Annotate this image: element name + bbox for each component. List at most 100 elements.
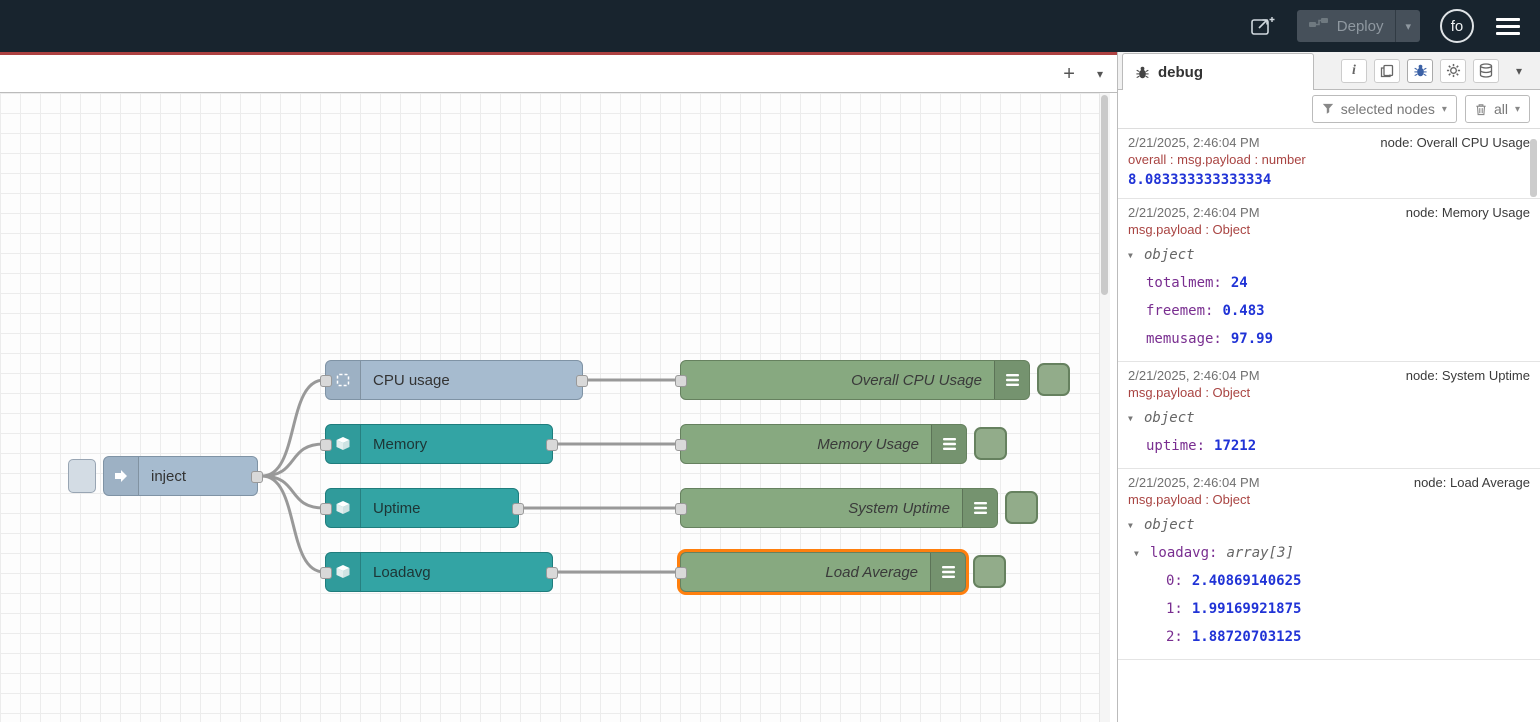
input-port[interactable]: [320, 375, 332, 387]
node-cpu-usage[interactable]: CPU usage: [325, 360, 583, 400]
filter-nodes-button[interactable]: selected nodes ▾: [1312, 95, 1457, 123]
wire[interactable]: [262, 476, 324, 508]
output-port[interactable]: [512, 503, 524, 515]
debug-sidebar-icon: [994, 361, 1029, 399]
debug-toggle-button[interactable]: [1005, 491, 1038, 524]
output-port[interactable]: [251, 471, 263, 483]
clear-all-button[interactable]: all ▾: [1465, 95, 1530, 123]
message-timestamp: 2/21/2025, 2:46:04 PM: [1128, 135, 1260, 150]
output-port[interactable]: [546, 567, 558, 579]
flow-tab-bar: + ▾: [0, 55, 1117, 93]
debug-message[interactable]: 2/21/2025, 2:46:04 PM node: Memory Usage…: [1118, 199, 1540, 362]
debug-toggle-button[interactable]: [973, 555, 1006, 588]
trash-icon: [1475, 103, 1487, 116]
wires-layer: [0, 93, 1099, 722]
debug-sidebar-icon: [962, 489, 997, 527]
caret-down-icon[interactable]: ▼: [1128, 251, 1144, 260]
node-debug-load-average[interactable]: Load Average: [680, 552, 966, 592]
deploy-options-chevron-icon[interactable]: ▾: [1395, 10, 1420, 42]
debug-sidebar-icon: [930, 553, 965, 591]
debug-toggle-button[interactable]: [974, 427, 1007, 460]
debug-toggle-button[interactable]: [1037, 363, 1070, 396]
object-type-label: object: [1144, 410, 1195, 426]
input-port[interactable]: [675, 567, 687, 579]
funnel-icon: [1322, 103, 1334, 115]
sidebar-menu-chevron-icon[interactable]: ▾: [1506, 59, 1532, 83]
node-inject[interactable]: inject: [103, 456, 258, 496]
object-root-row[interactable]: ▼ object: [1128, 511, 1530, 539]
add-flow-button[interactable]: +: [1063, 64, 1075, 84]
node-uptime[interactable]: Uptime: [325, 488, 519, 528]
debug-message[interactable]: 2/21/2025, 2:46:04 PM node: Load Average…: [1118, 469, 1540, 660]
chevron-down-icon: ▾: [1515, 104, 1520, 115]
object-root-row[interactable]: ▼ object: [1128, 404, 1530, 432]
node-label: Load Average: [681, 564, 930, 581]
message-node-name: node: Memory Usage: [1406, 205, 1530, 220]
context-data-icon[interactable]: [1473, 59, 1499, 83]
message-node-name: node: Overall CPU Usage: [1380, 135, 1530, 150]
caret-down-icon[interactable]: ▼: [1134, 549, 1150, 558]
deploy-icon: [1309, 17, 1329, 35]
caret-down-icon[interactable]: ▼: [1128, 521, 1144, 530]
input-port[interactable]: [320, 503, 332, 515]
output-port[interactable]: [576, 375, 588, 387]
canvas-scrollbar[interactable]: [1099, 93, 1110, 722]
input-port[interactable]: [320, 439, 332, 451]
object-key: loadavg:: [1150, 545, 1217, 561]
object-root-row[interactable]: ▼ object: [1128, 241, 1530, 269]
object-value: 24: [1231, 275, 1248, 291]
debug-message[interactable]: 2/21/2025, 2:46:04 PM node: Overall CPU …: [1118, 129, 1540, 199]
message-timestamp: 2/21/2025, 2:46:04 PM: [1128, 368, 1260, 383]
node-label: Overall CPU Usage: [681, 372, 994, 389]
caret-down-icon[interactable]: ▼: [1128, 414, 1144, 423]
flow-list-chevron-icon[interactable]: ▾: [1097, 67, 1103, 81]
array-index: 0:: [1166, 573, 1183, 589]
output-port[interactable]: [546, 439, 558, 451]
inject-arrow-icon: [104, 457, 139, 495]
array-value: 2.40869140625: [1192, 573, 1302, 589]
user-avatar[interactable]: fo: [1440, 9, 1474, 43]
array-entry-row: 2: 1.88720703125: [1128, 623, 1530, 651]
node-memory[interactable]: Memory: [325, 424, 553, 464]
message-value: 8.083333333333334: [1128, 172, 1530, 188]
input-port[interactable]: [675, 439, 687, 451]
node-debug-system-uptime[interactable]: System Uptime: [680, 488, 998, 528]
bug-icon: [1135, 65, 1150, 80]
menu-button[interactable]: [1494, 14, 1522, 39]
help-tab-icon[interactable]: [1374, 59, 1400, 83]
node-loadavg[interactable]: Loadavg: [325, 552, 553, 592]
input-port[interactable]: [675, 375, 687, 387]
debug-message[interactable]: 2/21/2025, 2:46:04 PM node: System Uptim…: [1118, 362, 1540, 469]
deploy-button[interactable]: Deploy ▾: [1297, 10, 1420, 42]
wire[interactable]: [262, 444, 324, 476]
node-label: Uptime: [361, 500, 433, 517]
object-entry-row: totalmem: 24: [1128, 269, 1530, 297]
inject-trigger-button[interactable]: [68, 459, 96, 493]
export-icon[interactable]: [1249, 14, 1277, 38]
debug-tab-icon[interactable]: [1407, 59, 1433, 83]
input-port[interactable]: [675, 503, 687, 515]
object-entry-row: memusage: 97.99: [1128, 325, 1530, 353]
message-timestamp: 2/21/2025, 2:46:04 PM: [1128, 475, 1260, 490]
sidebar: debug i: [1117, 52, 1540, 722]
clear-all-label: all: [1494, 101, 1508, 117]
chevron-down-icon: ▾: [1442, 104, 1447, 115]
array-index: 2:: [1166, 629, 1183, 645]
sidebar-scrollbar-thumb[interactable]: [1530, 139, 1537, 197]
debug-sidebar-icon: [931, 425, 966, 463]
node-debug-memory-usage[interactable]: Memory Usage: [680, 424, 967, 464]
node-label: CPU usage: [361, 372, 462, 389]
config-gear-icon[interactable]: [1440, 59, 1466, 83]
message-node-name: node: System Uptime: [1406, 368, 1530, 383]
sidebar-tab-icons: i: [1341, 59, 1540, 83]
tab-debug[interactable]: debug: [1122, 53, 1314, 90]
node-debug-overall-cpu[interactable]: Overall CPU Usage: [680, 360, 1030, 400]
flow-canvas-pane: + ▾: [0, 52, 1117, 722]
array-head-row[interactable]: ▼ loadavg: array[3]: [1128, 539, 1530, 567]
flow-canvas[interactable]: inject CPU usage: [0, 93, 1099, 722]
message-property-path: overall : msg.payload : number: [1128, 152, 1530, 167]
input-port[interactable]: [320, 567, 332, 579]
info-tab-icon[interactable]: i: [1341, 59, 1367, 83]
array-value: 1.99169921875: [1192, 601, 1302, 617]
scrollbar-thumb[interactable]: [1101, 95, 1108, 295]
